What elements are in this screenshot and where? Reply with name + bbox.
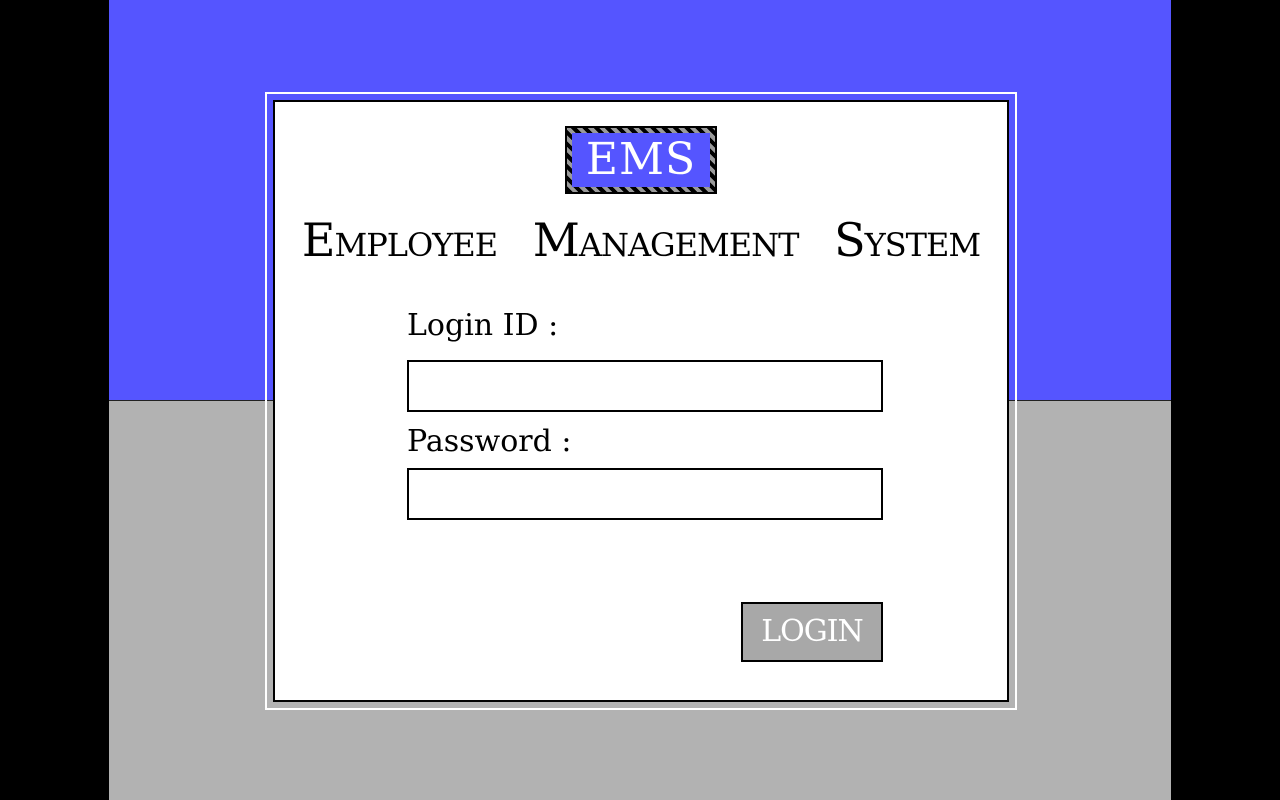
password-input[interactable]	[407, 468, 883, 520]
login-button[interactable]: LOGIN	[741, 602, 883, 662]
login-id-input[interactable]	[407, 360, 883, 412]
login-panel: EMS Employee Management System Login ID …	[273, 100, 1009, 702]
password-label: Password :	[407, 424, 572, 459]
login-id-label: Login ID :	[407, 308, 559, 343]
ems-logo-text: EMS	[572, 133, 710, 187]
app-title: Employee Management System	[301, 213, 981, 267]
login-screen: EMS Employee Management System Login ID …	[109, 0, 1171, 800]
ems-logo: EMS	[565, 126, 717, 194]
